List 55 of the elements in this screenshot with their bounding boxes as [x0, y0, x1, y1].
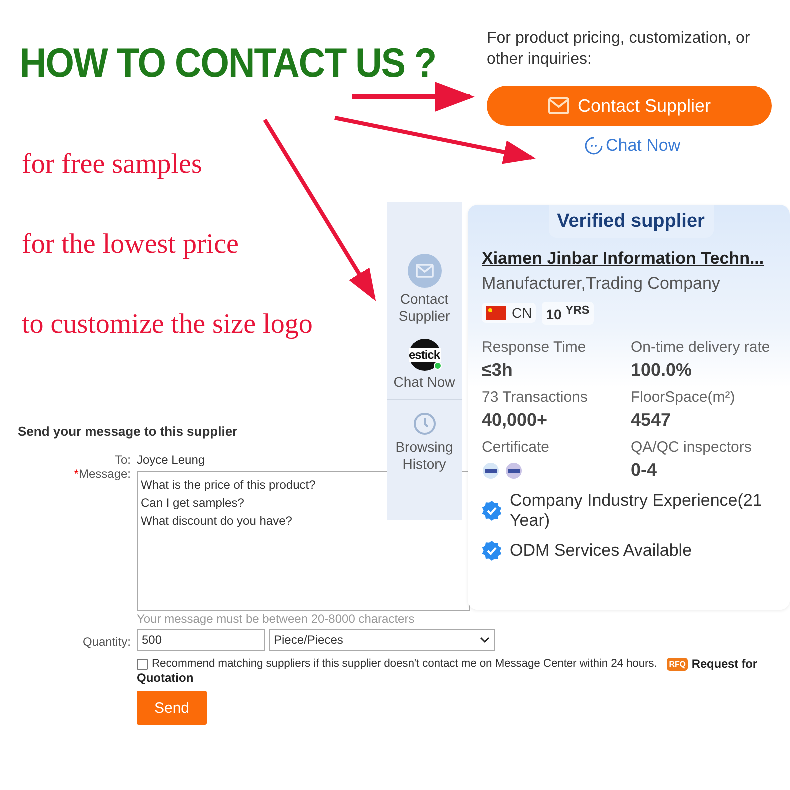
field-label: Quantity:: [82, 635, 131, 649]
feature-text: Company Industry Experience(21 Year): [510, 490, 764, 531]
hint-text: Your message must be between 20-8000 characters: [137, 612, 415, 626]
unit-dropdown[interactable]: Piece/Pieces: [269, 629, 495, 651]
message-line: What is the price of this product?: [141, 477, 317, 494]
benefit-text: for the lowest price: [22, 228, 240, 262]
company-name-link[interactable]: Xiamen Jinbar Information Techn...: [482, 249, 780, 269]
verified-badge: Verified supplier: [548, 205, 714, 238]
form-title: Send your message to this supplier: [18, 424, 239, 439]
message-line: What discount do you have?: [141, 513, 294, 530]
quantity-field[interactable]: 500: [137, 629, 265, 651]
field-label: To:: [114, 453, 131, 467]
stat-value: 40,000+: [482, 410, 549, 431]
business-type: Manufacturer,Trading Company: [482, 274, 722, 294]
request-quotation-link[interactable]: Request for: [692, 657, 758, 671]
benefit-text: for free samples: [22, 148, 204, 182]
side-panel-link[interactable]: Contact Supplier: [387, 291, 462, 325]
rfq-badge: RFQ: [667, 658, 688, 670]
stat-label: On-time delivery rate: [631, 338, 772, 356]
side-panel-link[interactable]: Browsing History: [387, 439, 462, 473]
required-mark: *: [74, 467, 79, 481]
certificate-icon: [505, 462, 523, 480]
clock-icon: [412, 412, 436, 436]
headline: HOW TO CONTACT US ?: [20, 40, 436, 87]
country-tag: CN: [482, 303, 536, 324]
benefit-text: to customize the size logo: [22, 308, 313, 342]
checkbox[interactable]: [137, 658, 148, 670]
stat-label: QA/QC inspectors: [631, 438, 753, 456]
recipient-name: Joyce Leung: [137, 453, 206, 467]
mail-icon: [548, 97, 570, 115]
certificate-icon: [482, 462, 500, 480]
recommend-text: Recommend matching suppliers if this supplier doesn't contact me on Message Center within 24 hours.: [152, 658, 658, 670]
verified-icon: [482, 540, 502, 561]
request-quotation-link[interactable]: Quotation: [137, 671, 194, 685]
stat-label: FloorSpace(m²): [631, 388, 736, 406]
stat-value: 4547: [631, 410, 672, 431]
stat-label: Response Time: [482, 338, 588, 356]
message-line: Can I get samples?: [141, 495, 246, 512]
chat-icon: [584, 136, 604, 156]
verified-icon: [482, 500, 502, 521]
feature-text: ODM Services Available: [510, 540, 692, 561]
years-tag: 10 $^{YRS}$: [542, 302, 594, 325]
side-panel-link[interactable]: Chat Now: [394, 374, 456, 391]
stat-label: Certificate: [482, 438, 551, 456]
stat-value: 0-4: [631, 460, 658, 481]
chat-now-link[interactable]: Chat Now: [584, 136, 681, 156]
flag-icon: [486, 306, 506, 320]
mail-icon: [408, 254, 442, 288]
stat-value: ≤3h: [482, 360, 514, 381]
prompt-text: For product pricing, customization, or other inquiries:: [487, 29, 752, 70]
stat-label: 73 Transactions: [482, 388, 589, 406]
stat-value: 100.0%: [631, 360, 694, 381]
chevron-icon: [480, 636, 490, 644]
field-label: Message:: [78, 467, 131, 481]
avatar-text: estick: [408, 348, 440, 362]
